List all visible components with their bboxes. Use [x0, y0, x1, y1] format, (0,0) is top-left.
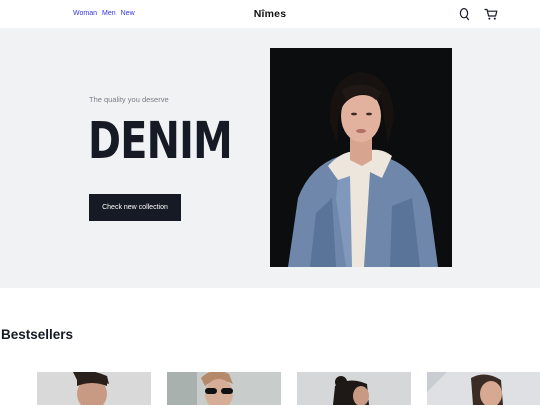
- product-image: [427, 372, 540, 405]
- product-image: [37, 372, 151, 405]
- product-image: [297, 372, 411, 405]
- product-image: [167, 372, 281, 405]
- hero-tagline: The quality you deserve: [89, 95, 169, 104]
- search-icon[interactable]: [458, 7, 472, 21]
- hero-section: The quality you deserve DENIM Check new …: [0, 28, 540, 288]
- product-card[interactable]: [167, 372, 281, 405]
- header-actions: [458, 7, 498, 21]
- product-list: [37, 372, 540, 405]
- product-card[interactable]: [37, 372, 151, 405]
- check-collection-button[interactable]: Check new collection: [89, 194, 181, 221]
- bestsellers-title: Bestsellers: [1, 327, 74, 342]
- hero-headline: DENIM: [88, 112, 233, 171]
- product-card[interactable]: [427, 372, 540, 405]
- hero-model-image: [270, 48, 452, 267]
- site-header: Woman Men New Nîmes: [0, 0, 540, 28]
- product-card[interactable]: [297, 372, 411, 405]
- cart-icon[interactable]: [484, 7, 498, 21]
